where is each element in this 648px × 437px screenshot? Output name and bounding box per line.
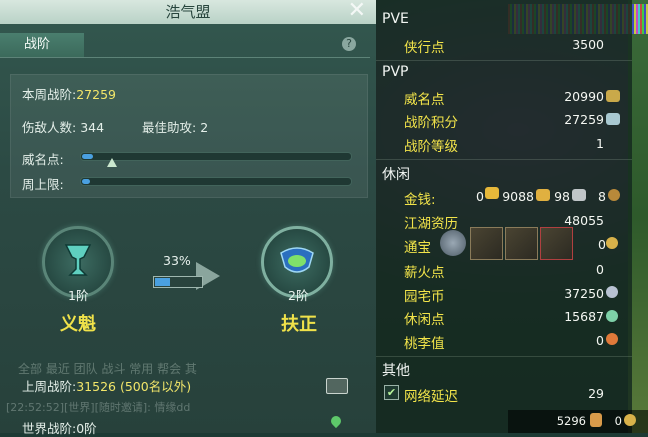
item-slot-scroll[interactable] — [470, 227, 503, 260]
weekly-cap-bar-fill — [82, 179, 90, 184]
tier-current-level: 1阶 — [68, 288, 89, 303]
pvp-label-2: 战阶等级 — [404, 139, 458, 155]
pve-value-0: 3500 — [572, 37, 604, 52]
week-rank-label: 本周战阶: — [22, 87, 77, 102]
mail-icon[interactable] — [326, 378, 348, 394]
prestige-label: 威名点: — [22, 152, 64, 167]
house-coin-icon — [606, 286, 618, 298]
leisure-header: 休闲 — [382, 167, 410, 183]
leisure-label-1: 通宝 — [404, 240, 431, 256]
rank-points-icon — [606, 113, 620, 125]
gourd-icon — [606, 333, 618, 345]
kills-value: 344 — [80, 120, 105, 135]
divider — [376, 356, 632, 357]
other-header: 其他 — [382, 363, 410, 379]
orb-item-icon[interactable] — [440, 230, 466, 256]
prestige-bar — [80, 152, 352, 161]
kills-label: 伤敌人数: — [22, 120, 77, 135]
money-a: 0 — [476, 189, 484, 204]
leisure-value-3: 37250 — [564, 286, 604, 301]
weekly-cap-bar — [80, 177, 352, 186]
prestige-marker-icon — [107, 158, 117, 167]
leisure-label-5: 桃李值 — [404, 336, 445, 352]
money-d: 8 — [598, 189, 606, 204]
pvp-value-0: 20990 — [564, 89, 604, 104]
money-label: 金钱: — [404, 192, 436, 208]
bottom-value-b: 0 — [614, 414, 622, 428]
gold-brick-icon — [485, 187, 499, 199]
copper-coin-icon — [608, 189, 620, 201]
leisure-label-3: 园宅币 — [404, 289, 445, 305]
last-week-row: 上周战阶:31526 (500名以外) — [22, 376, 191, 395]
gold-ingot-icon — [536, 189, 550, 201]
weekly-cap-label: 周上限: — [22, 177, 64, 192]
coin-icon — [624, 414, 636, 426]
network-latency-value: 29 — [588, 386, 604, 401]
tier-progress-fill — [155, 278, 170, 286]
close-icon[interactable]: ✕ — [348, 0, 366, 23]
pve-label-0: 侠行点 — [404, 40, 445, 56]
network-latency-label: 网络延迟 — [404, 389, 458, 405]
pve-header: PVE — [382, 11, 409, 27]
last-week-value: 31526 (500名以外) — [76, 379, 192, 394]
leisure-value-5: 0 — [596, 333, 604, 348]
tier-current-name: 义魁 — [60, 314, 96, 335]
help-icon[interactable]: ? — [342, 37, 356, 51]
tier-next-level: 2阶 — [288, 288, 309, 303]
pvp-label-0: 威名点 — [404, 92, 445, 108]
money-c: 98 — [554, 189, 570, 204]
bottom-value-a: 5296 — [556, 414, 586, 428]
pvp-value-1: 27259 — [564, 112, 604, 127]
kills-row: 伤敌人数: 344 — [22, 117, 104, 136]
pvp-header: PVP — [382, 64, 409, 80]
item-slot-armor[interactable] — [505, 227, 538, 260]
leisure-value-0: 48055 — [564, 213, 604, 228]
tier-progress-label: 33% — [163, 253, 191, 268]
tab-bar: 战阶 ? — [0, 33, 370, 58]
chat-tabs: 全部 最近 团队 战斗 常用 帮会 其 — [18, 362, 197, 376]
prestige-icon — [606, 90, 620, 102]
leisure-label-2: 薪火点 — [404, 265, 445, 281]
leisure-label-0: 江湖资历 — [404, 216, 458, 232]
leisure-label-4: 休闲点 — [404, 312, 445, 328]
assist-value: 2 — [200, 120, 209, 135]
leisure-leaf-icon — [606, 310, 618, 322]
prestige-bar-fill — [82, 154, 93, 159]
item-slot-fire[interactable] — [540, 227, 573, 260]
leisure-value-1: 0 — [598, 237, 606, 252]
world-rank-value: 0阶 — [76, 421, 97, 436]
silver-ingot-icon — [572, 189, 586, 201]
divider — [376, 159, 632, 160]
world-rank-row: 世界战阶:0阶 — [22, 418, 97, 437]
faction-panel: 浩气盟 ✕ 战阶 ? 本周战阶:27259 伤敌人数: 344 最佳助攻: 2 威名… — [0, 0, 376, 436]
tongbao-coin-icon — [606, 237, 618, 249]
world-rank-label: 世界战阶: — [22, 421, 77, 436]
network-latency-checkbox[interactable]: ✔ — [384, 385, 399, 400]
boot-icon — [590, 413, 602, 427]
goblet-icon — [64, 244, 92, 276]
pvp-label-1: 战阶积分 — [404, 115, 458, 131]
tab-rank[interactable]: 战阶 — [0, 33, 84, 57]
last-week-label: 上周战阶: — [22, 379, 77, 394]
pvp-value-2: 1 — [596, 136, 604, 151]
emblem-icon — [280, 247, 314, 273]
tier-progress-bar — [153, 276, 203, 288]
leisure-value-2: 0 — [596, 262, 604, 277]
week-rank-row: 本周战阶:27259 — [22, 84, 116, 103]
tier-next-name: 扶正 — [281, 314, 317, 335]
assist-label: 最佳助攻: — [142, 120, 197, 135]
divider — [376, 60, 632, 61]
week-rank-value: 27259 — [76, 87, 116, 102]
leisure-value-4: 15687 — [564, 309, 604, 324]
chat-line: [22:52:52][世界][随时邀请]: 情缘dd — [6, 401, 191, 414]
money-b: 9088 — [502, 189, 534, 204]
panel-title: 浩气盟 — [0, 0, 376, 24]
assist-row: 最佳助攻: 2 — [142, 117, 208, 136]
